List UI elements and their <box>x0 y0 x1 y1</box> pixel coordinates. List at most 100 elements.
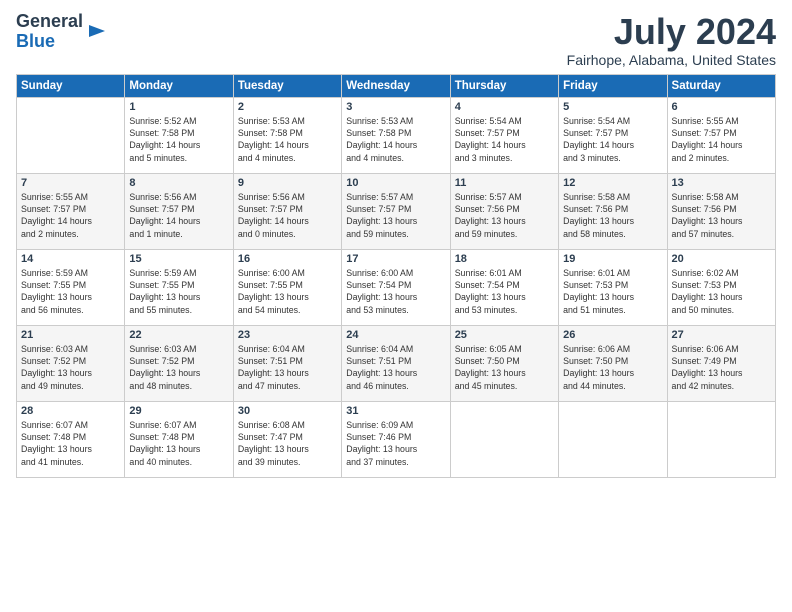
calendar-cell: 5 Sunrise: 5:54 AM Sunset: 7:57 PM Daylig… <box>559 97 667 173</box>
cell-info: Sunrise: 6:06 AM Sunset: 7:49 PM Dayligh… <box>672 343 771 392</box>
calendar-week-4: 21 Sunrise: 6:03 AM Sunset: 7:52 PM Dayli… <box>17 325 776 401</box>
calendar-cell <box>559 401 667 477</box>
weekday-header-saturday: Saturday <box>667 74 775 97</box>
calendar-cell: 9Sunrise: 5:56 AM Sunset: 7:57 PM Daylig… <box>233 173 341 249</box>
logo: General Blue <box>16 12 107 52</box>
calendar-cell: 21 Sunrise: 6:03 AM Sunset: 7:52 PM Dayli… <box>17 325 125 401</box>
calendar-cell: 11 Sunrise: 5:57 AM Sunset: 7:56 PM Dayli… <box>450 173 558 249</box>
cell-info: Sunrise: 5:57 AM Sunset: 7:57 PM Dayligh… <box>346 191 445 240</box>
calendar-cell: 23 Sunrise: 6:04 AM Sunset: 7:51 PM Dayli… <box>233 325 341 401</box>
calendar-cell: 6 Sunrise: 5:55 AM Sunset: 7:57 PM Daylig… <box>667 97 775 173</box>
cell-info: Sunrise: 5:54 AM Sunset: 7:57 PM Dayligh… <box>563 115 662 164</box>
day-number: 13 <box>672 177 771 189</box>
calendar-cell: 24 Sunrise: 6:04 AM Sunset: 7:51 PM Dayli… <box>342 325 450 401</box>
day-number: 11 <box>455 177 554 189</box>
calendar-cell <box>17 97 125 173</box>
day-number: 1 <box>129 101 228 113</box>
day-number: 30 <box>238 405 337 417</box>
day-number: 6 <box>672 101 771 113</box>
calendar-cell: 30Sunrise: 6:08 AM Sunset: 7:47 PM Dayli… <box>233 401 341 477</box>
calendar-cell: 2Sunrise: 5:53 AM Sunset: 7:58 PM Daylig… <box>233 97 341 173</box>
calendar-cell <box>667 401 775 477</box>
cell-info: Sunrise: 5:56 AM Sunset: 7:57 PM Dayligh… <box>238 191 337 240</box>
header: General Blue July 2024 Fairhope, Alabama… <box>16 12 776 68</box>
calendar-cell: 14 Sunrise: 5:59 AM Sunset: 7:55 PM Dayli… <box>17 249 125 325</box>
cell-info: Sunrise: 6:04 AM Sunset: 7:51 PM Dayligh… <box>238 343 337 392</box>
cell-info: Sunrise: 6:01 AM Sunset: 7:54 PM Dayligh… <box>455 267 554 316</box>
cell-info: Sunrise: 6:00 AM Sunset: 7:54 PM Dayligh… <box>346 267 445 316</box>
calendar-cell: 28Sunrise: 6:07 AM Sunset: 7:48 PM Dayli… <box>17 401 125 477</box>
calendar-week-3: 14 Sunrise: 5:59 AM Sunset: 7:55 PM Dayli… <box>17 249 776 325</box>
calendar-cell: 20Sunrise: 6:02 AM Sunset: 7:53 PM Dayli… <box>667 249 775 325</box>
day-number: 23 <box>238 329 337 341</box>
calendar-cell: 4 Sunrise: 5:54 AM Sunset: 7:57 PM Daylig… <box>450 97 558 173</box>
cell-info: Sunrise: 6:07 AM Sunset: 7:48 PM Dayligh… <box>129 419 228 468</box>
weekday-header-tuesday: Tuesday <box>233 74 341 97</box>
calendar-week-5: 28 Sunrise: 6:07 AM Sunset: 7:48 PM Dayli… <box>17 401 776 477</box>
calendar-cell: 18 Sunrise: 6:01 AM Sunset: 7:54 PM Dayli… <box>450 249 558 325</box>
weekday-header-monday: Monday <box>125 74 233 97</box>
day-number: 28 <box>21 405 120 417</box>
calendar-cell: 3 Sunrise: 5:53 AM Sunset: 7:58 PM Daylig… <box>342 97 450 173</box>
cell-info: Sunrise: 6:09 AM Sunset: 7:46 PM Dayligh… <box>346 419 445 468</box>
day-number: 18 <box>455 253 554 265</box>
day-number: 4 <box>455 101 554 113</box>
cell-info: Sunrise: 6:05 AM Sunset: 7:50 PM Dayligh… <box>455 343 554 392</box>
calendar-cell: 25 Sunrise: 6:05 AM Sunset: 7:50 PM Dayli… <box>450 325 558 401</box>
cell-info: Sunrise: 6:03 AM Sunset: 7:52 PM Dayligh… <box>21 343 120 392</box>
cell-info: Sunrise: 5:57 AM Sunset: 7:56 PM Dayligh… <box>455 191 554 240</box>
cell-info: Sunrise: 6:06 AM Sunset: 7:50 PM Dayligh… <box>563 343 662 392</box>
day-number: 24 <box>346 329 445 341</box>
day-number: 2 <box>238 101 337 113</box>
cell-info: Sunrise: 6:01 AM Sunset: 7:53 PM Dayligh… <box>563 267 662 316</box>
calendar-week-1: 1 Sunrise: 5:52 AM Sunset: 7:58 PM Daylig… <box>17 97 776 173</box>
calendar-cell: 12 Sunrise: 5:58 AM Sunset: 7:56 PM Dayli… <box>559 173 667 249</box>
weekday-header-row: SundayMondayTuesdayWednesdayThursdayFrid… <box>17 74 776 97</box>
calendar-cell <box>450 401 558 477</box>
logo-general: General <box>16 11 83 31</box>
day-number: 8 <box>129 177 228 189</box>
calendar-cell: 19 Sunrise: 6:01 AM Sunset: 7:53 PM Dayli… <box>559 249 667 325</box>
day-number: 25 <box>455 329 554 341</box>
cell-info: Sunrise: 5:58 AM Sunset: 7:56 PM Dayligh… <box>563 191 662 240</box>
page-container: General Blue July 2024 Fairhope, Alabama… <box>0 0 792 486</box>
calendar-cell: 27 Sunrise: 6:06 AM Sunset: 7:49 PM Dayli… <box>667 325 775 401</box>
day-number: 27 <box>672 329 771 341</box>
day-number: 16 <box>238 253 337 265</box>
day-number: 21 <box>21 329 120 341</box>
calendar-cell: 22 Sunrise: 6:03 AM Sunset: 7:52 PM Dayli… <box>125 325 233 401</box>
cell-info: Sunrise: 5:54 AM Sunset: 7:57 PM Dayligh… <box>455 115 554 164</box>
month-title: July 2024 <box>567 12 776 52</box>
calendar-cell: 1 Sunrise: 5:52 AM Sunset: 7:58 PM Daylig… <box>125 97 233 173</box>
logo-content: General Blue <box>16 12 107 52</box>
day-number: 3 <box>346 101 445 113</box>
cell-info: Sunrise: 5:55 AM Sunset: 7:57 PM Dayligh… <box>672 115 771 164</box>
calendar-cell: 15Sunrise: 5:59 AM Sunset: 7:55 PM Dayli… <box>125 249 233 325</box>
cell-info: Sunrise: 5:59 AM Sunset: 7:55 PM Dayligh… <box>129 267 228 316</box>
day-number: 14 <box>21 253 120 265</box>
cell-info: Sunrise: 5:53 AM Sunset: 7:58 PM Dayligh… <box>346 115 445 164</box>
day-number: 29 <box>129 405 228 417</box>
cell-info: Sunrise: 5:52 AM Sunset: 7:58 PM Dayligh… <box>129 115 228 164</box>
title-section: July 2024 Fairhope, Alabama, United Stat… <box>567 12 776 68</box>
day-number: 5 <box>563 101 662 113</box>
day-number: 22 <box>129 329 228 341</box>
cell-info: Sunrise: 6:04 AM Sunset: 7:51 PM Dayligh… <box>346 343 445 392</box>
day-number: 17 <box>346 253 445 265</box>
day-number: 10 <box>346 177 445 189</box>
calendar-cell: 7Sunrise: 5:55 AM Sunset: 7:57 PM Daylig… <box>17 173 125 249</box>
weekday-header-friday: Friday <box>559 74 667 97</box>
cell-info: Sunrise: 5:59 AM Sunset: 7:55 PM Dayligh… <box>21 267 120 316</box>
calendar-cell: 16 Sunrise: 6:00 AM Sunset: 7:55 PM Dayli… <box>233 249 341 325</box>
day-number: 12 <box>563 177 662 189</box>
cell-info: Sunrise: 5:58 AM Sunset: 7:56 PM Dayligh… <box>672 191 771 240</box>
calendar-cell: 29 Sunrise: 6:07 AM Sunset: 7:48 PM Dayli… <box>125 401 233 477</box>
calendar-cell: 26Sunrise: 6:06 AM Sunset: 7:50 PM Dayli… <box>559 325 667 401</box>
cell-info: Sunrise: 6:00 AM Sunset: 7:55 PM Dayligh… <box>238 267 337 316</box>
calendar-table: SundayMondayTuesdayWednesdayThursdayFrid… <box>16 74 776 478</box>
logo-icon <box>87 21 107 41</box>
calendar-cell: 10 Sunrise: 5:57 AM Sunset: 7:57 PM Dayli… <box>342 173 450 249</box>
calendar-cell: 13 Sunrise: 5:58 AM Sunset: 7:56 PM Dayli… <box>667 173 775 249</box>
day-number: 19 <box>563 253 662 265</box>
cell-info: Sunrise: 6:03 AM Sunset: 7:52 PM Dayligh… <box>129 343 228 392</box>
